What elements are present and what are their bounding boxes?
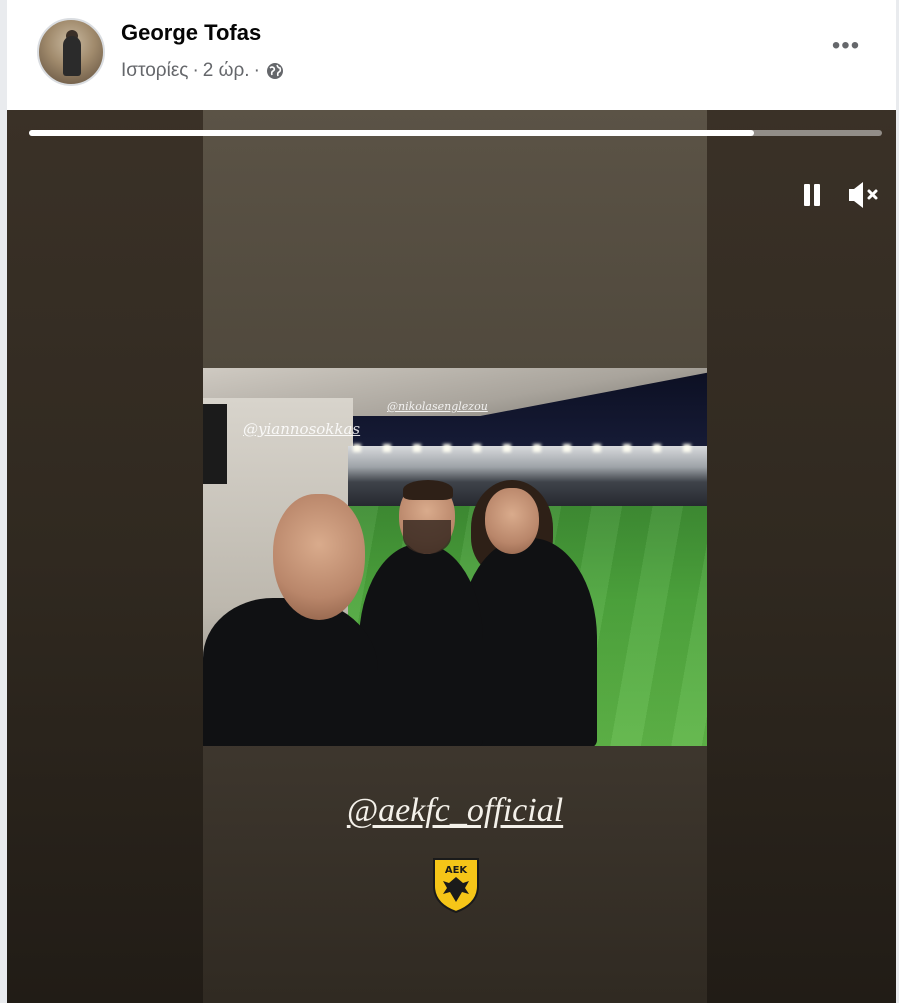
story-progress-fill <box>29 130 755 136</box>
person-middle-beard <box>403 520 451 554</box>
person-left-face <box>273 494 365 620</box>
meta-separator: · <box>192 60 199 81</box>
muted-speaker-icon[interactable] <box>845 178 885 212</box>
person-left-body <box>203 598 378 746</box>
story-progress-bar <box>29 130 882 136</box>
story-blur-right <box>707 110 896 1003</box>
person-right-face <box>485 488 539 554</box>
author-avatar[interactable] <box>37 18 105 86</box>
photo-floodlights <box>353 444 703 452</box>
post-header: George Tofas Ιστορίες · 2 ώρ. · ••• <box>7 0 896 110</box>
pause-icon[interactable] <box>798 180 824 210</box>
globe-icon[interactable] <box>266 62 284 80</box>
badge-letters: ΑΕΚ <box>445 865 469 876</box>
meta-section[interactable]: Ιστορίες <box>121 60 188 82</box>
photo-tv-screen <box>203 404 227 484</box>
photo-tag-1[interactable]: @yiannosokkas <box>243 420 360 438</box>
mention-tag[interactable]: @aekfc_official <box>203 792 707 830</box>
post-meta: Ιστορίες · 2 ώρ. · <box>121 60 284 82</box>
aek-club-crest-icon: ΑΕΚ <box>431 856 481 914</box>
more-options-icon[interactable]: ••• <box>826 34 866 64</box>
meta-separator-2: · <box>253 60 260 81</box>
author-name[interactable]: George Tofas <box>121 20 261 46</box>
photo-tag-2[interactable]: @nikolasenglezou <box>387 400 488 413</box>
story-photo: @yiannosokkas @nikolasenglezou <box>203 368 707 746</box>
story-blur-left <box>7 110 203 1003</box>
avatar-figure <box>63 36 81 76</box>
person-middle-hair <box>403 480 453 500</box>
story-viewer[interactable]: @yiannosokkas @nikolasenglezou @aekfc_of… <box>7 110 896 1003</box>
meta-time[interactable]: 2 ώρ. <box>203 60 250 82</box>
story-post-card: George Tofas Ιστορίες · 2 ώρ. · ••• @yia… <box>7 0 896 1003</box>
